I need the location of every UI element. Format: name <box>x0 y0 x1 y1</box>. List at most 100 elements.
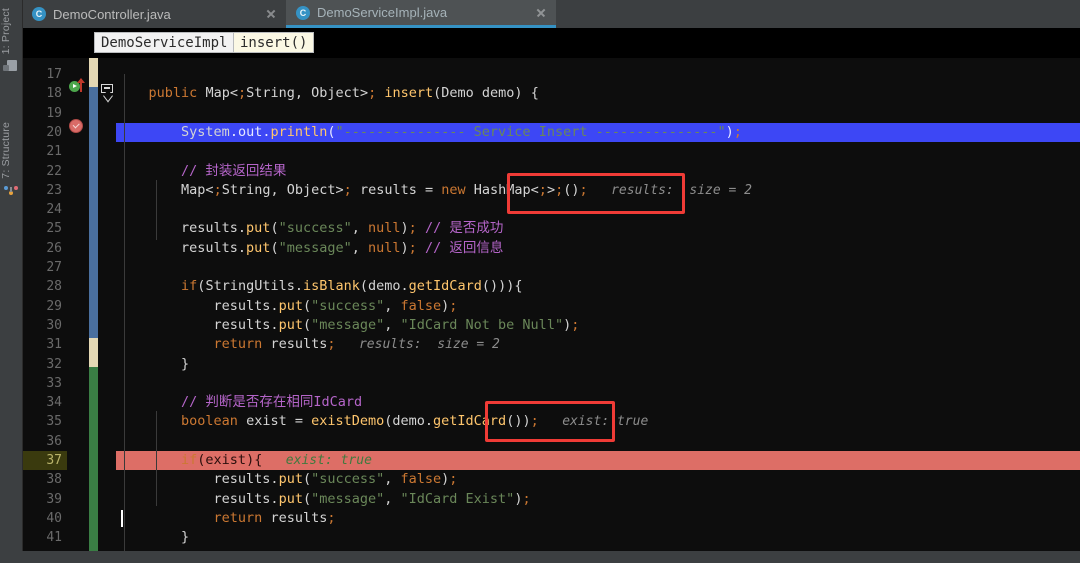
code-line[interactable]: results.put("success", false); <box>22 297 1080 316</box>
code-line-text: if(exist){ exist: true <box>181 452 372 468</box>
code-line-text: results.put("success", null); // 是否成功 <box>116 220 504 237</box>
line-number: 26 <box>46 240 62 256</box>
line-number: 38 <box>46 472 62 488</box>
line-number: 29 <box>46 298 62 314</box>
status-bar <box>0 551 1080 563</box>
code-line[interactable]: // 判断是否存在相同IdCard <box>22 393 1080 412</box>
line-number: 22 <box>46 163 62 179</box>
changebar-segment <box>89 367 98 563</box>
code-line-text: public Map<;String, Object>; insert(Demo… <box>148 85 539 102</box>
code-line-text: } <box>116 529 190 546</box>
java-class-icon: C <box>32 7 46 21</box>
code-line[interactable]: public Map<;String, Object>; insert(Demo… <box>22 84 1080 103</box>
close-icon[interactable] <box>265 8 277 20</box>
implementing-method-icon[interactable] <box>77 78 85 93</box>
breadcrumb-class[interactable]: DemoServiceImpl <box>94 32 235 53</box>
code-line-text: // 判断是否存在相同IdCard <box>116 394 363 411</box>
indent-guide <box>156 411 157 506</box>
close-icon[interactable] <box>535 7 547 19</box>
code-line[interactable] <box>22 258 1080 277</box>
code-line[interactable]: results.put("message", "IdCard Exist"); <box>22 490 1080 509</box>
code-line[interactable]: // 封装返回结果 <box>22 162 1080 181</box>
line-number: 35 <box>46 414 62 430</box>
line-number: 32 <box>46 356 62 372</box>
code-line[interactable]: return results; <box>22 509 1080 528</box>
breakpoint-verified-icon[interactable] <box>69 118 83 133</box>
code-line[interactable] <box>22 374 1080 393</box>
code-line[interactable] <box>22 104 1080 123</box>
editor-tab-bar: C DemoController.java C DemoServiceImpl.… <box>22 0 1080 28</box>
line-number: 37 <box>22 451 67 471</box>
code-line-text: results.put("message", null); // 返回信息 <box>116 239 504 256</box>
breakpoint-gutter-icon[interactable] <box>69 116 87 135</box>
line-number: 33 <box>46 375 62 391</box>
code-line[interactable]: if(StringUtils.isBlank(demo.getIdCard())… <box>22 277 1080 296</box>
line-number: 19 <box>46 105 62 121</box>
line-number-gutter: 17 18 19 20 21 22 23 24 25 26 27 28 29 30 31 32 33 34 35 36… <box>22 58 67 563</box>
code-line-text: // 封装返回结果 <box>116 162 287 179</box>
code-surface[interactable]: public Map<;String, Object>; insert(Demo… <box>22 58 1080 563</box>
code-line-text: return results; results: size = 2 <box>213 336 500 353</box>
fold-marker-icon[interactable] <box>101 84 114 99</box>
code-line-text: results.put("message", "IdCard Not be Nu… <box>116 316 580 333</box>
code-line-text: return results; <box>213 509 336 526</box>
code-line[interactable] <box>22 200 1080 219</box>
code-line[interactable] <box>22 142 1080 161</box>
inline-debug-hint[interactable]: results: size = 2 <box>336 337 500 352</box>
line-number: 36 <box>46 433 62 449</box>
sidebar-item-structure[interactable]: 7: Structure <box>0 120 22 198</box>
changebar-segment <box>89 87 98 338</box>
line-number: 40 <box>46 510 62 526</box>
structure-icon <box>3 184 19 198</box>
line-number: 24 <box>46 202 62 218</box>
line-number: 21 <box>46 144 62 160</box>
breadcrumb-method[interactable]: insert() <box>233 32 315 53</box>
sidebar-item-project[interactable]: 1: Project <box>0 6 22 73</box>
sidebar-item-structure-label: 7: Structure <box>0 122 12 179</box>
breadcrumb: DemoServiceImpl insert() <box>22 28 1080 58</box>
code-fold-column[interactable] <box>98 58 116 563</box>
code-line-text: if(StringUtils.isBlank(demo.getIdCard())… <box>181 278 523 295</box>
left-tool-strip: 1: Project 7: Structure <box>0 0 23 563</box>
code-line[interactable]: results.put("success", null); // 是否成功 <box>22 219 1080 238</box>
indent-guide <box>124 74 125 563</box>
line-number: 39 <box>46 491 62 507</box>
java-class-icon: C <box>296 5 310 20</box>
module-icon <box>3 59 19 73</box>
collapse-icon <box>104 87 110 89</box>
line-number: 27 <box>46 260 62 275</box>
inline-debug-hint[interactable]: exist: true <box>539 414 648 429</box>
line-number: 34 <box>46 395 62 411</box>
code-line-text: results.put("success", false); <box>116 471 458 488</box>
code-line[interactable] <box>22 432 1080 451</box>
run-gutter-icon[interactable] <box>69 77 87 96</box>
code-line-text: Map<;String, Object>; results = new Hash… <box>181 181 752 198</box>
line-number: 18 <box>46 86 62 102</box>
code-line[interactable]: return results; results: size = 2 <box>22 335 1080 354</box>
code-line[interactable]: Map<;String, Object>; results = new Hash… <box>22 181 1080 200</box>
line-number: 28 <box>46 279 62 295</box>
code-line[interactable] <box>22 65 1080 84</box>
code-line[interactable]: boolean exist = existDemo(demo.getIdCard… <box>22 412 1080 431</box>
tab-demoserviceimpl-label: DemoServiceImpl.java <box>317 5 448 20</box>
code-line[interactable]: } <box>22 528 1080 547</box>
code-line-text: results.put("message", "IdCard Exist"); <box>116 490 531 507</box>
vcs-change-bar[interactable] <box>89 58 98 563</box>
code-line-text: results.put("success", false); <box>116 297 458 314</box>
tab-democontroller[interactable]: C DemoController.java <box>22 0 286 28</box>
code-line[interactable]: if(exist){ exist: true <box>22 451 1080 471</box>
code-line[interactable]: results.put("message", null); // 返回信息 <box>22 239 1080 258</box>
gutter-icon-column[interactable] <box>67 58 89 563</box>
code-line-text: System.out.println("--------------- Serv… <box>181 123 742 140</box>
code-line[interactable]: } <box>22 355 1080 374</box>
code-line[interactable]: System.out.println("--------------- Serv… <box>22 122 1080 143</box>
inline-debug-hint[interactable]: results: size = 2 <box>588 183 752 198</box>
code-editor[interactable]: public Map<;String, Object>; insert(Demo… <box>22 58 1080 563</box>
code-line[interactable]: results.put("message", "IdCard Not be Nu… <box>22 316 1080 335</box>
line-number: 17 <box>46 67 62 82</box>
sidebar-item-project-label: 1: Project <box>0 8 12 55</box>
tab-demoserviceimpl[interactable]: C DemoServiceImpl.java <box>286 0 556 28</box>
inline-debug-hint[interactable]: exist: true <box>262 453 372 468</box>
code-line[interactable]: results.put("success", false); <box>22 470 1080 489</box>
line-number: 30 <box>46 317 62 333</box>
